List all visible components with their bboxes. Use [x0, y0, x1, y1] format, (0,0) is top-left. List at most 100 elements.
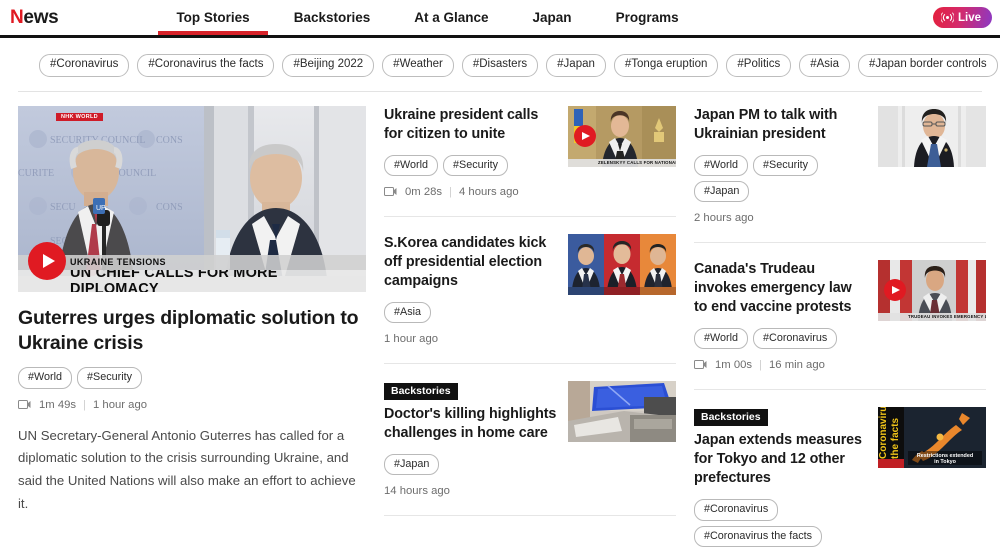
hero-caption-kicker: UKRAINE TENSIONS	[18, 254, 366, 270]
nav-label: Programs	[615, 10, 679, 25]
article-category-badge: Backstories	[384, 382, 458, 401]
article-tag[interactable]: #Japan	[694, 180, 750, 202]
topic-tag[interactable]: #Asia	[799, 54, 850, 77]
hero-caption-headline: UN CHIEF CALLS FOR MORE DIPLOMACY	[18, 269, 366, 292]
topic-tag[interactable]: #Weather	[382, 54, 454, 77]
article-thumbnail-image: Coronavirus the facts Restrictions exten…	[878, 406, 986, 468]
play-button[interactable]	[574, 125, 596, 148]
article-meta: 1m 00s | 16 min ago	[694, 359, 868, 371]
article-tag[interactable]: #Japan	[384, 454, 440, 476]
svg-text:UP: UP	[96, 205, 106, 212]
article-tag[interactable]: #Coronavirus	[694, 499, 779, 521]
topic-tag-bar: #Coronavirus #Coronavirus the facts #Bei…	[18, 38, 998, 92]
article-title[interactable]: Japan extends measures for Tokyo and 12 …	[694, 431, 868, 488]
topic-tag[interactable]: #Coronavirus the facts	[137, 54, 275, 77]
live-button[interactable]: Live	[932, 7, 992, 28]
article-tag-list: #World #Coronavirus	[694, 327, 868, 349]
topic-tag[interactable]: #Beijing 2022	[282, 54, 375, 77]
svg-text:CONS: CONS	[156, 135, 183, 146]
article-thumbnail[interactable]: TRUDEAU INVOKES EMERGENCY LAW TO END PRO…	[878, 259, 986, 321]
article-tag[interactable]: #Asia	[384, 301, 432, 323]
middle-article-column: Ukraine president calls for citizen to u…	[384, 105, 676, 555]
svg-text:CONS: CONS	[156, 202, 183, 213]
play-triangle-icon	[582, 132, 590, 141]
hero-time: 1 hour ago	[92, 398, 148, 411]
site-logo[interactable]: News	[10, 6, 59, 29]
article-title[interactable]: S.Korea candidates kick off presidential…	[384, 234, 558, 291]
topic-tag[interactable]: #Politics	[726, 54, 792, 77]
play-triangle-icon	[892, 286, 900, 295]
svg-text:CURITE: CURITE	[18, 168, 54, 179]
article-tag[interactable]: #Security	[77, 367, 143, 389]
article-tag[interactable]: #Security	[753, 154, 819, 176]
article-tag[interactable]: #Coronavirus the facts	[694, 525, 823, 547]
article-text: Canada's Trudeau invokes emergency law t…	[694, 260, 868, 371]
article-meta: 2 hours ago	[694, 212, 868, 224]
article-tag[interactable]: #World	[694, 327, 749, 349]
article-text: Backstories Doctor's killing highlights …	[384, 381, 558, 497]
hero-tag-list: #World #Security	[18, 367, 366, 389]
list-item: S.Korea candidates kick off presidential…	[384, 233, 676, 364]
meta-separator: |	[759, 358, 762, 371]
meta-separator: |	[83, 398, 86, 411]
article-meta: 14 hours ago	[384, 485, 558, 497]
nav-item-japan[interactable]: Japan	[511, 0, 594, 35]
nav-label: Japan	[532, 10, 572, 25]
hero-description: UN Secretary-General Antonio Guterres ha…	[18, 427, 356, 511]
article-thumbnail[interactable]	[568, 380, 676, 442]
nav-item-top-stories[interactable]: Top Stories	[154, 0, 271, 35]
hero-article: SECURITY COUNCIL CURITE ITY COUNCIL SECU…	[18, 105, 366, 555]
topic-tag[interactable]: #Disasters	[461, 54, 539, 77]
svg-text:the facts: the facts	[890, 417, 901, 459]
broadcaster-flag: NHK WORLD	[56, 112, 103, 121]
play-button[interactable]	[884, 279, 906, 302]
article-thumbnail[interactable]: ZELENSKYY CALLS FOR NATIONAL UNITY	[568, 105, 676, 167]
hero-meta: 1m 49s | 1 hour ago	[18, 399, 366, 411]
article-thumbnail[interactable]	[878, 105, 986, 167]
article-tag-list: #Coronavirus #Coronavirus the facts	[694, 499, 868, 547]
article-title[interactable]: Japan PM to talk with Ukrainian presiden…	[694, 106, 868, 144]
site-header: News Top Stories Backstories At a Glance…	[0, 0, 1000, 38]
article-tag-list: #Japan	[384, 454, 558, 476]
live-label: Live	[957, 11, 981, 24]
video-duration-icon	[694, 360, 707, 370]
article-tag[interactable]: #World	[384, 154, 439, 176]
article-thumbnail[interactable]: Coronavirus the facts Restrictions exten…	[878, 406, 986, 468]
article-title[interactable]: Doctor's killing highlights challenges i…	[384, 405, 558, 443]
article-tag[interactable]: #Security	[443, 154, 509, 176]
main-nav: Top Stories Backstories At a Glance Japa…	[154, 0, 700, 35]
play-button[interactable]	[28, 241, 66, 280]
article-title[interactable]: Canada's Trudeau invokes emergency law t…	[694, 260, 868, 317]
hero-thumbnail[interactable]: SECURITY COUNCIL CURITE ITY COUNCIL SECU…	[18, 105, 366, 292]
logo-text: ews	[23, 6, 59, 28]
main-content: SECURITY COUNCIL CURITE ITY COUNCIL SECU…	[0, 92, 1000, 555]
topic-tag[interactable]: #Japan border controls	[857, 54, 998, 77]
hero-duration: 1m 49s	[39, 398, 77, 411]
broadcast-icon	[940, 12, 954, 23]
topic-tag[interactable]: #Coronavirus	[39, 54, 130, 77]
article-thumbnail[interactable]	[568, 233, 676, 295]
hero-title[interactable]: Guterres urges diplomatic solution to Uk…	[18, 306, 366, 357]
article-category-badge: Backstories	[694, 408, 768, 427]
svg-text:SECU: SECU	[50, 202, 76, 213]
nav-item-at-a-glance[interactable]: At a Glance	[392, 0, 510, 35]
article-thumbnail-image	[878, 105, 986, 167]
article-duration: 0m 28s	[405, 185, 443, 198]
topic-tag[interactable]: #Japan	[546, 54, 606, 77]
article-tag-list: #Asia	[384, 301, 558, 323]
article-time: 14 hours ago	[384, 485, 450, 498]
list-item: Ukraine president calls for citizen to u…	[384, 105, 676, 217]
article-title[interactable]: Ukraine president calls for citizen to u…	[384, 106, 558, 144]
nav-item-backstories[interactable]: Backstories	[272, 0, 393, 35]
article-text: Japan PM to talk with Ukrainian presiden…	[694, 106, 868, 224]
article-tag[interactable]: #World	[694, 154, 749, 176]
right-article-column: Japan PM to talk with Ukrainian presiden…	[694, 105, 986, 555]
article-tag[interactable]: #World	[18, 367, 73, 389]
nav-item-programs[interactable]: Programs	[594, 0, 701, 35]
article-tag[interactable]: #Coronavirus	[753, 327, 838, 349]
logo-accent-letter: N	[10, 6, 24, 28]
article-time: 16 min ago	[768, 358, 825, 371]
article-meta: 0m 28s | 4 hours ago	[384, 186, 558, 198]
play-triangle-icon	[42, 253, 55, 268]
topic-tag[interactable]: #Tonga eruption	[613, 54, 719, 77]
